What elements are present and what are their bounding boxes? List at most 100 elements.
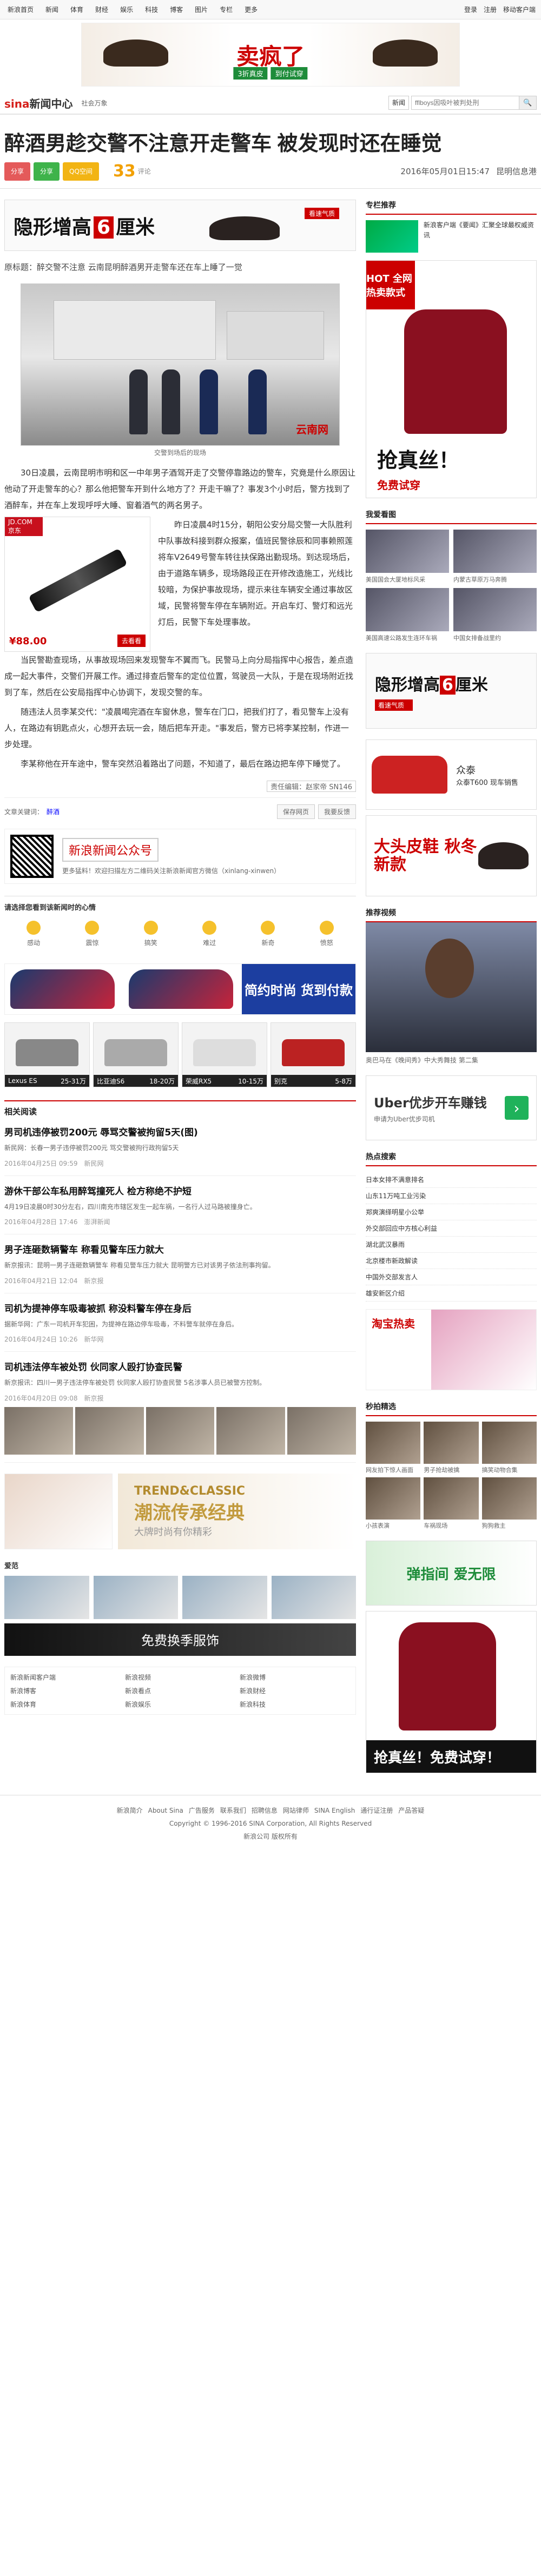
top-nav-item[interactable]: 新浪首页 bbox=[5, 5, 36, 14]
footer-link[interactable]: 广告服务 bbox=[189, 1804, 215, 1817]
jd-ad[interactable]: JD.COM 京东 ¥88.00 去看看 bbox=[4, 517, 150, 652]
footer-link[interactable]: 招聘信息 bbox=[252, 1804, 278, 1817]
news-title[interactable]: 男子连砸数辆警车 称看见警车压力就大 bbox=[4, 1242, 356, 1256]
top-nav-item[interactable]: 体育 bbox=[68, 5, 85, 14]
news-item[interactable]: 男子连砸数辆警车 称看见警车压力就大 新京报讯：昆明一男子连砸数辆警车 称看见警… bbox=[4, 1234, 356, 1293]
news-thumb[interactable] bbox=[4, 1406, 73, 1455]
share-qzone-button[interactable]: QQ空间 bbox=[63, 162, 99, 181]
car-ad[interactable]: 比亚迪S6 18-20万 bbox=[93, 1022, 179, 1087]
mood-option[interactable]: 难过 bbox=[202, 921, 217, 947]
uber-ad[interactable]: Uber优步开车赚钱 申请为Uber优步司机 › bbox=[366, 1075, 537, 1140]
jd-buy-button[interactable]: 去看看 bbox=[117, 635, 146, 647]
footer-link[interactable]: 新浪简介 bbox=[117, 1804, 143, 1817]
news-title[interactable]: 司机为提神停车吸毒被抓 称没料警车停在身后 bbox=[4, 1301, 356, 1315]
footer-link[interactable]: 产品答疑 bbox=[398, 1804, 424, 1817]
footer-link[interactable]: 新浪视频 bbox=[125, 1673, 235, 1682]
arrow-right-icon[interactable]: › bbox=[505, 1096, 529, 1120]
rec-item[interactable]: 新浪客户端《要闻》汇聚全球最权威资讯 bbox=[366, 220, 537, 253]
sec-item[interactable]: 男子抢劫被擒 bbox=[424, 1422, 479, 1474]
news-title[interactable]: 游休干部公车私用醉驾撞死人 检方称绝不护短 bbox=[4, 1184, 356, 1197]
news-item[interactable]: 男司机违停被罚200元 辱骂交警被拘留5天(图) 新民网：长春一男子违停被罚20… bbox=[4, 1117, 356, 1176]
sneaker-ad[interactable]: 简约时尚 货到付款 bbox=[4, 963, 356, 1015]
video-thumb[interactable] bbox=[366, 922, 537, 1052]
share-weibo-button[interactable]: 分享 bbox=[4, 162, 31, 181]
top-nav-item[interactable]: 科技 bbox=[143, 5, 160, 14]
top-nav-item[interactable]: 更多 bbox=[242, 5, 260, 14]
footer-link[interactable]: 新浪博客 bbox=[10, 1686, 121, 1695]
hot-item[interactable]: 外交部回应中方核心利益 bbox=[366, 1220, 537, 1237]
hot-item[interactable]: 湖北武汉暴雨 bbox=[366, 1237, 537, 1253]
save-page-button[interactable]: 保存网页 bbox=[276, 804, 315, 819]
top-nav-item[interactable]: 图片 bbox=[193, 5, 210, 14]
article-source[interactable]: 昆明信息港 bbox=[496, 166, 537, 177]
video-caption[interactable]: 奥巴马在《晚间秀》中大秀舞技 第二集 bbox=[366, 1055, 537, 1065]
taobao-ad[interactable]: 淘宝热卖 bbox=[366, 1309, 537, 1390]
share-wechat-button[interactable]: 分享 bbox=[34, 162, 60, 181]
shirt-ad-2[interactable]: 抢真丝！免费试穿！ bbox=[366, 1611, 537, 1773]
fashion-thumb[interactable] bbox=[93, 1575, 178, 1619]
sec-item[interactable]: 狗狗救主 bbox=[481, 1477, 537, 1530]
channel-category[interactable]: 社会万象 bbox=[82, 98, 108, 108]
search-scope-select[interactable]: 新闻 bbox=[388, 96, 409, 110]
footer-link[interactable]: 新浪新闻客户端 bbox=[10, 1673, 121, 1682]
footer-link[interactable]: 新浪体育 bbox=[10, 1700, 121, 1709]
news-title[interactable]: 司机违法停车被处罚 伙同家人殴打协查民警 bbox=[4, 1359, 356, 1373]
hot-item[interactable]: 北京楼市新政解读 bbox=[366, 1253, 537, 1269]
mood-option[interactable]: 震惊 bbox=[85, 921, 100, 947]
car-ad[interactable]: Lexus ES 25-31万 bbox=[4, 1022, 90, 1087]
top-nav-item[interactable]: 专栏 bbox=[217, 5, 235, 14]
rec-title[interactable]: 新浪客户端《要闻》汇聚全球最权威资讯 bbox=[424, 220, 537, 253]
shoe-ad[interactable]: 大头皮鞋 秋冬新款 bbox=[366, 815, 537, 896]
car-ad[interactable]: 别克 5-8万 bbox=[270, 1022, 356, 1087]
news-item[interactable]: 司机违法停车被处罚 伙同家人殴打协查民警 新京报讯：四川一男子违法停车被处罚 伙… bbox=[4, 1352, 356, 1463]
hot-item[interactable]: 山东11万吨工业污染 bbox=[366, 1188, 537, 1204]
footer-link[interactable]: 通行证注册 bbox=[360, 1804, 393, 1817]
news-item[interactable]: 司机为提神停车吸毒被抓 称没料警车停在身后 据新华网：广东一司机开车犯困，为提神… bbox=[4, 1293, 356, 1352]
fashion-thumb[interactable] bbox=[182, 1575, 267, 1619]
register-link[interactable]: 注册 bbox=[484, 5, 497, 14]
height-ad[interactable]: 隐形增高 6 厘米 看速气质 bbox=[366, 653, 537, 729]
mood-option[interactable]: 搞笑 bbox=[143, 921, 158, 947]
footer-link[interactable]: 联系我们 bbox=[220, 1804, 246, 1817]
hot-item[interactable]: 中国外交部发言人 bbox=[366, 1269, 537, 1285]
trend-ad[interactable]: TREND&CLASSIC 潮流传承经典 大牌时尚有你精彩 bbox=[4, 1473, 356, 1549]
article-top-ad[interactable]: 隐形增高 6 厘米 看速气质 bbox=[4, 200, 356, 251]
top-banner-ad[interactable]: 卖疯了 3折真皮 到付试穿 bbox=[81, 23, 460, 87]
hot-item[interactable]: 郑爽演绎明星小公举 bbox=[366, 1204, 537, 1220]
feedback-button[interactable]: 我要反馈 bbox=[318, 804, 356, 819]
footer-link[interactable]: 新浪看点 bbox=[125, 1686, 235, 1695]
footer-link[interactable]: 新浪娱乐 bbox=[125, 1700, 235, 1709]
gallery-item[interactable]: 美国高速公路发生连环车祸 bbox=[366, 588, 449, 642]
gallery-item[interactable]: 中国女排备战里约 bbox=[453, 588, 537, 642]
fashion-ad[interactable]: 免费换季服饰 bbox=[4, 1623, 356, 1656]
footer-link[interactable]: About Sina bbox=[148, 1804, 183, 1817]
car-ad[interactable]: 荣威RX5 10-15万 bbox=[182, 1022, 267, 1087]
sina-news-logo[interactable]: sina新闻中心 bbox=[4, 95, 73, 111]
sec-item[interactable]: 小孩表演 bbox=[366, 1477, 421, 1530]
sec-item[interactable]: 车祸现场 bbox=[424, 1477, 479, 1530]
top-nav-item[interactable]: 博客 bbox=[168, 5, 185, 14]
news-item[interactable]: 游休干部公车私用醉驾撞死人 检方称绝不护短 4月19日凌晨0时30分左右，四川南… bbox=[4, 1176, 356, 1235]
gallery-item[interactable]: 内蒙古草原万马奔腾 bbox=[453, 530, 537, 584]
news-thumb[interactable] bbox=[75, 1406, 144, 1455]
green-ad[interactable]: 弹指间 爱无限 bbox=[366, 1541, 537, 1606]
top-nav-item[interactable]: 新闻 bbox=[43, 5, 61, 14]
suv-ad[interactable]: 众泰 众泰T600 现车销售 bbox=[366, 739, 537, 810]
news-thumb[interactable] bbox=[287, 1406, 356, 1455]
footer-link[interactable]: 新浪科技 bbox=[240, 1700, 350, 1709]
news-title[interactable]: 男司机违停被罚200元 辱骂交警被拘留5天(图) bbox=[4, 1125, 356, 1138]
news-thumb[interactable] bbox=[146, 1406, 215, 1455]
login-link[interactable]: 登录 bbox=[464, 5, 477, 14]
footer-link[interactable]: 网站律师 bbox=[283, 1804, 309, 1817]
top-nav-item[interactable]: 财经 bbox=[93, 5, 110, 14]
mood-option[interactable]: 新奇 bbox=[261, 921, 275, 947]
gallery-item[interactable]: 美国国会大厦地标风采 bbox=[366, 530, 449, 584]
mood-option[interactable]: 愤怒 bbox=[319, 921, 334, 947]
search-icon[interactable]: 🔍 bbox=[519, 96, 537, 110]
footer-link[interactable]: 新浪财经 bbox=[240, 1686, 350, 1695]
sec-item[interactable]: 搞笑动物合集 bbox=[481, 1422, 537, 1474]
sec-item[interactable]: 网友拍下惊人画面 bbox=[366, 1422, 421, 1474]
hot-item[interactable]: 雄安新区介绍 bbox=[366, 1285, 537, 1302]
mobile-client-link[interactable]: 移动客户端 bbox=[503, 5, 536, 14]
footer-link[interactable]: 新浪微博 bbox=[240, 1673, 350, 1682]
